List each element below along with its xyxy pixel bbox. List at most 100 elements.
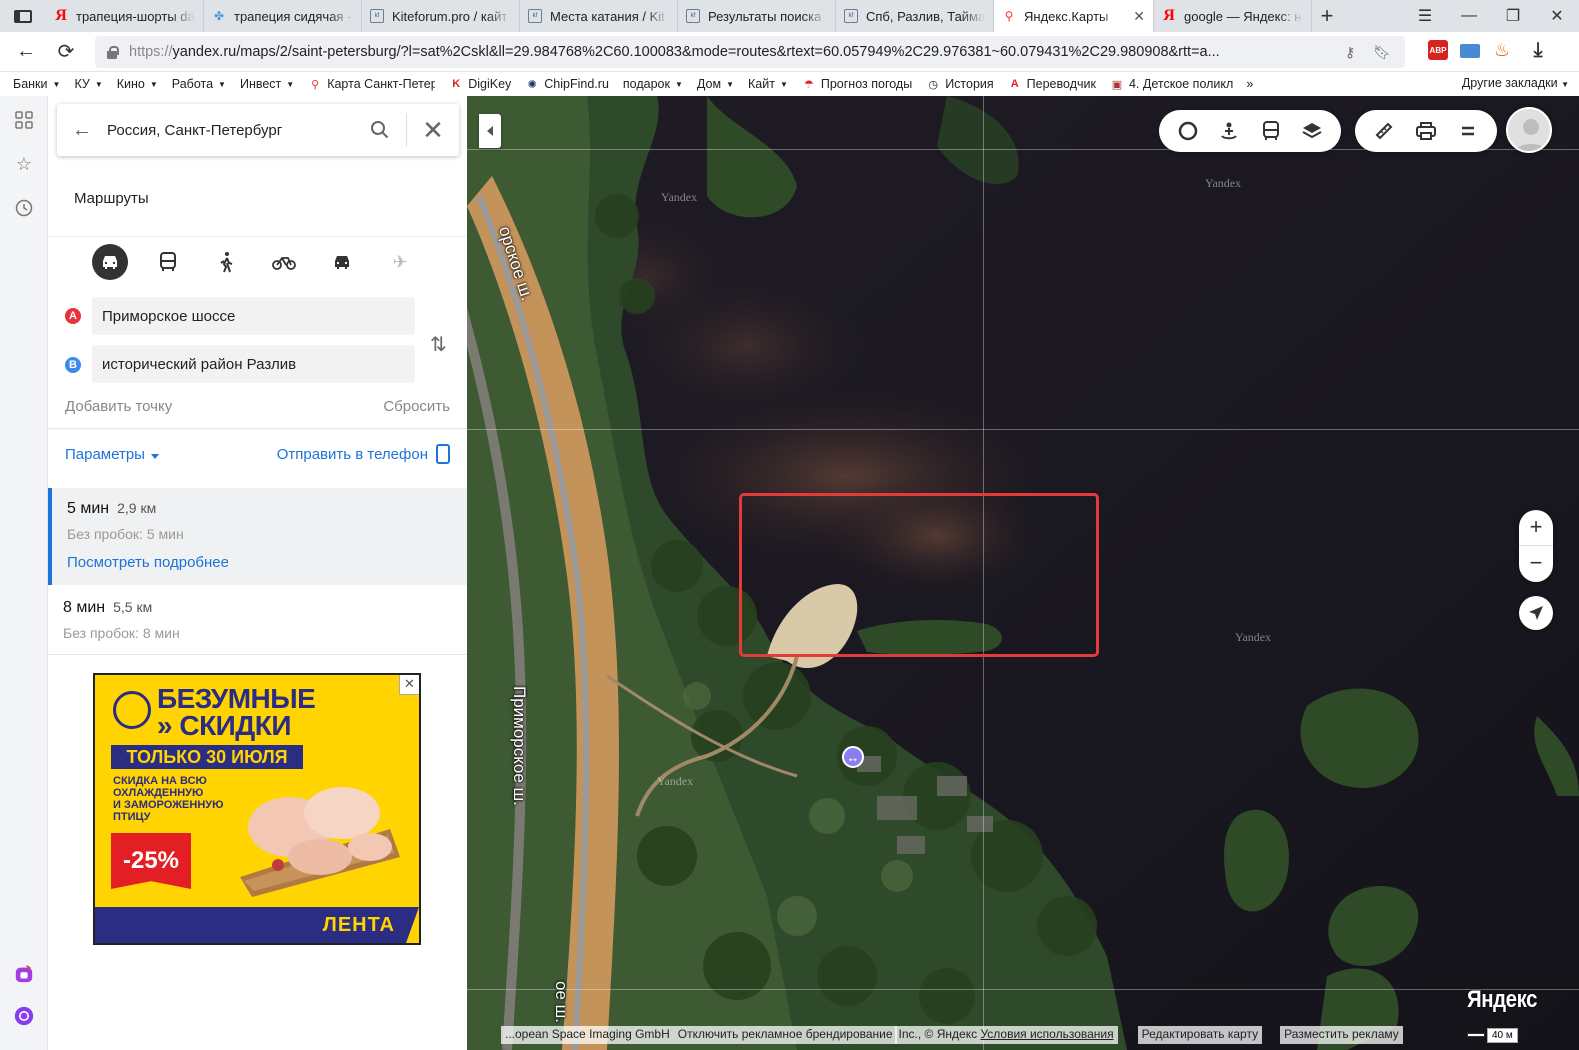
- route-time-value: 5 мин: [67, 500, 110, 517]
- phone-icon: [436, 444, 450, 464]
- tab-1[interactable]: ✤ трапеция сидячая -: [204, 0, 362, 32]
- search-icon[interactable]: [354, 104, 406, 156]
- bookmark-item[interactable]: ◷ История: [919, 77, 1000, 91]
- point-a-input[interactable]: Приморское шоссе: [92, 297, 415, 335]
- bookmark-item[interactable]: A Переводчик: [1001, 77, 1103, 91]
- point-b-input[interactable]: исторический район Разлив: [92, 345, 415, 383]
- kiteforum-favicon-icon: kf: [686, 9, 700, 23]
- zoom-in-button[interactable]: +: [1519, 510, 1553, 546]
- tabs-sidebar-toggle[interactable]: [0, 0, 46, 32]
- ad-close-icon[interactable]: ✕: [399, 675, 419, 695]
- zoom-out-button[interactable]: −: [1519, 546, 1553, 582]
- bookmark-item[interactable]: Банки ▼: [6, 77, 67, 91]
- key-icon[interactable]: ⚷: [1345, 44, 1355, 61]
- bookmark-item[interactable]: подарок ▼: [616, 77, 690, 91]
- close-window-icon[interactable]: ✕: [1535, 6, 1579, 26]
- add-point-link[interactable]: Добавить точку: [65, 398, 172, 415]
- ruler-icon[interactable]: [1363, 110, 1405, 152]
- geolocation-button[interactable]: [1519, 596, 1553, 630]
- transit-layer-icon[interactable]: [1250, 110, 1292, 152]
- search-input[interactable]: Россия, Санкт-Петербург: [107, 122, 354, 139]
- tab-title: трапеция сидячая -: [234, 8, 352, 24]
- tab-title: трапеция-шорты da: [76, 8, 195, 24]
- bookmark-item[interactable]: Кайт ▼: [741, 77, 795, 91]
- parameters-dropdown[interactable]: Параметры: [65, 446, 159, 463]
- tab-3[interactable]: kf Места катания / Kit: [520, 0, 678, 32]
- tab-7[interactable]: Яgoogle — Яндекс: н: [1154, 0, 1312, 32]
- tab-4[interactable]: kf Результаты поиска: [678, 0, 836, 32]
- car-mode-icon[interactable]: [92, 244, 128, 280]
- route-distance: 5,5 км: [113, 599, 153, 615]
- bookmark-item[interactable]: ▣ 4. Детское поликл: [1103, 77, 1240, 91]
- place-ad-link[interactable]: Разместить рекламу: [1280, 1026, 1403, 1044]
- taxi-mode-icon[interactable]: [324, 244, 360, 280]
- bookmark-item[interactable]: ⚲ Карта Санкт-Петер: [301, 77, 442, 91]
- restore-icon[interactable]: ❐: [1491, 6, 1535, 26]
- bookmark-item[interactable]: Кино ▼: [110, 77, 165, 91]
- tab-title: Места катания / Kit: [550, 8, 665, 24]
- collapse-panel-button[interactable]: [479, 114, 501, 148]
- bookmark-item[interactable]: ✺ ChipFind.ru: [518, 77, 616, 91]
- tab-5[interactable]: kf Спб, Разлив, Таймау: [836, 0, 994, 32]
- minimize-icon[interactable]: —: [1447, 7, 1491, 25]
- route-option-2[interactable]: 8 мин 5,5 км Без пробок: 8 мин: [48, 585, 467, 655]
- bus-mode-icon[interactable]: [150, 244, 186, 280]
- back-arrow-icon[interactable]: ←: [57, 119, 107, 142]
- adblock-icon[interactable]: ABP: [1428, 40, 1448, 60]
- tab-2[interactable]: kf Kiteforum.pro / кайт: [362, 0, 520, 32]
- print-icon[interactable]: [1405, 110, 1447, 152]
- swap-points-icon[interactable]: ⇅: [430, 332, 447, 357]
- reload-button[interactable]: ⟳: [46, 39, 86, 64]
- close-icon[interactable]: ✕: [407, 115, 459, 146]
- bookmark-item[interactable]: Инвест ▼: [233, 77, 301, 91]
- bookmark-icon[interactable]: 🔖︎: [1373, 44, 1391, 61]
- new-tab-button[interactable]: +: [1312, 3, 1342, 29]
- dropdown-caret-icon: ▼: [149, 79, 158, 89]
- mail-icon[interactable]: [1460, 44, 1480, 58]
- panorama-icon[interactable]: [1209, 110, 1251, 152]
- plane-mode-icon[interactable]: ✈: [382, 244, 418, 280]
- bookmark-label: Банки: [13, 77, 48, 91]
- download-icon[interactable]: ⤓: [1528, 38, 1548, 62]
- alice-app-icon[interactable]: [14, 964, 34, 984]
- map-grid-line: [467, 429, 1579, 430]
- close-tab-icon[interactable]: ✕: [1133, 8, 1145, 25]
- traffic-icon[interactable]: [1167, 110, 1209, 152]
- map-menu-icon[interactable]: [1447, 110, 1489, 152]
- reset-link[interactable]: Сбросить: [383, 398, 450, 415]
- services-icon[interactable]: [14, 110, 34, 130]
- ad-headline-1: БЕЗУМНЫЕ: [157, 683, 316, 714]
- terms-link[interactable]: Условия использования: [980, 1027, 1113, 1041]
- edit-map-link[interactable]: Редактировать карту: [1137, 1026, 1263, 1044]
- send-to-phone-button[interactable]: Отправить в телефон: [277, 444, 450, 464]
- map-poi-marker[interactable]: ↔: [842, 746, 864, 768]
- walk-mode-icon[interactable]: [208, 244, 244, 280]
- routes-panel: ← Россия, Санкт-Петербург ✕ Маршруты ✈ A…: [48, 96, 467, 1050]
- bike-mode-icon[interactable]: [266, 244, 302, 280]
- zoom-control: + −: [1519, 510, 1553, 582]
- satellite-map[interactable]: Yandex Yandex Yandex Yandex Приморское ш…: [467, 96, 1579, 1050]
- bookmark-item[interactable]: ☂ Прогноз погоды: [795, 77, 919, 91]
- alice-icon[interactable]: [14, 1006, 34, 1026]
- layers-icon[interactable]: [1292, 110, 1334, 152]
- advertisement-banner[interactable]: ✕ БЕЗУМНЫЕ» СКИДКИ ТОЛЬКО 30 ИЮЛЯ СКИДКА…: [93, 673, 421, 945]
- user-avatar[interactable]: [1506, 107, 1552, 153]
- route-details-link[interactable]: Посмотреть подробнее: [67, 554, 229, 571]
- history-icon[interactable]: [14, 198, 34, 218]
- bookmark-item[interactable]: K DigiKey: [442, 77, 518, 91]
- favorites-icon[interactable]: ☆: [14, 154, 34, 174]
- bookmarks-more[interactable]: »: [1240, 77, 1259, 91]
- fire-icon[interactable]: ♨: [1492, 40, 1512, 60]
- route-option-1[interactable]: 5 мин 2,9 км Без пробок: 5 мин Посмотреть…: [48, 488, 467, 585]
- map-pin-icon: ⚲: [311, 78, 320, 91]
- tab-0[interactable]: Ятрапеция-шорты da: [46, 0, 204, 32]
- other-bookmarks[interactable]: Другие закладки ▼: [1462, 76, 1569, 90]
- url-input[interactable]: https://yandex.ru/maps/2/saint-petersbur…: [95, 36, 1405, 68]
- bookmark-item[interactable]: Работа ▼: [165, 77, 233, 91]
- bookmark-item[interactable]: Дом ▼: [690, 77, 741, 91]
- back-button[interactable]: ←: [6, 40, 46, 63]
- disable-branding-link[interactable]: Отключить рекламное брендирование: [673, 1026, 897, 1044]
- menu-icon[interactable]: ☰: [1403, 6, 1447, 26]
- tab-6[interactable]: ⚲ Яндекс.Карты ✕: [994, 0, 1154, 32]
- bookmark-item[interactable]: КУ ▼: [67, 77, 109, 91]
